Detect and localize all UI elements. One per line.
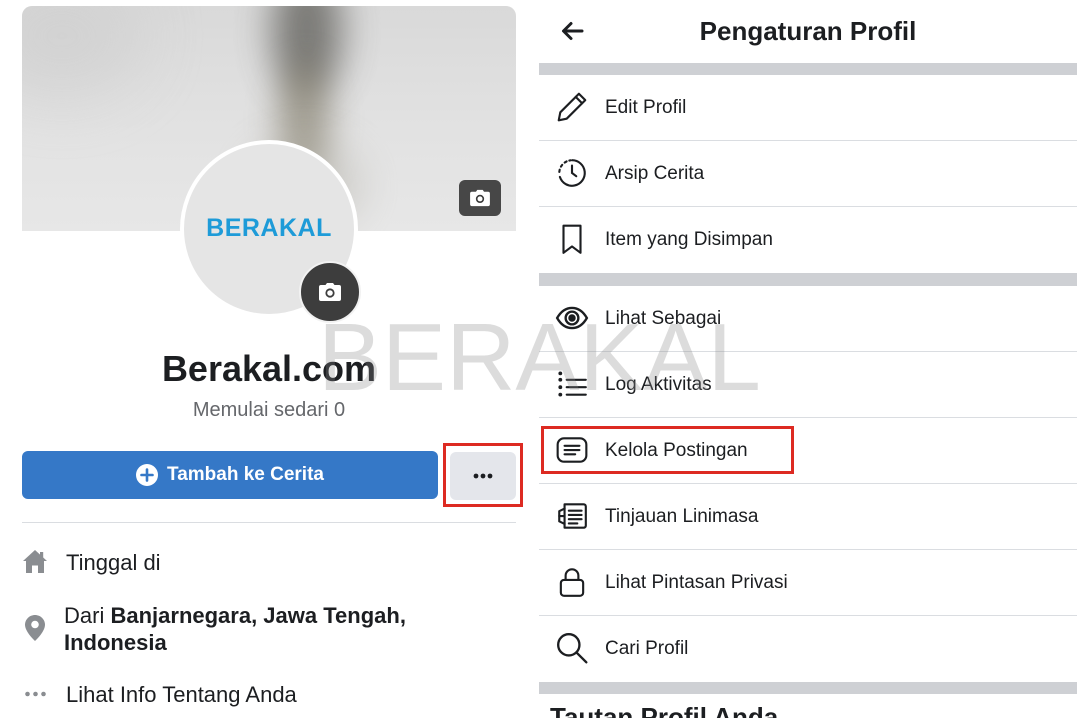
profile-panel: BERAKAL Berakal.com Memulai sedari 0 Tam… <box>0 0 539 718</box>
eye-icon <box>555 306 589 330</box>
menu-item-label: Tinjauan Linimasa <box>605 506 759 527</box>
menu-item-label: Cari Profil <box>605 638 689 659</box>
pencil-icon <box>557 92 587 122</box>
info-row-hometown[interactable]: Dari Banjarnegara, Jawa Tengah, Indonesi… <box>22 598 516 660</box>
menu-item-label: Lihat Sebagai <box>605 308 722 329</box>
profile-name: Berakal.com <box>161 348 377 389</box>
menu-item-privacy-shortcuts[interactable]: Lihat Pintasan Privasi <box>539 550 1077 616</box>
menu-item-manage-posts[interactable]: Kelola Postingan <box>539 418 1077 484</box>
back-arrow-icon <box>562 22 584 40</box>
home-icon <box>23 550 47 573</box>
timeline-review-icon <box>558 503 587 529</box>
avatar-logo-text: BERAKAL <box>206 213 332 242</box>
info-row-lives-in[interactable]: Tinggal di <box>22 540 516 586</box>
menu-item-label: Arsip Cerita <box>605 163 705 184</box>
hometown-text: Dari Banjarnegara, Jawa Tengah, Indonesi… <box>64 602 464 656</box>
add-to-story-button[interactable]: Tambah ke Cerita <box>22 451 438 499</box>
menu-item-label: Log Aktivitas <box>605 374 712 395</box>
menu-item-timeline-review[interactable]: Tinjauan Linimasa <box>539 484 1077 550</box>
plus-circle-icon <box>136 464 158 486</box>
back-button[interactable] <box>558 19 586 43</box>
menu-item-label: Kelola Postingan <box>605 440 748 461</box>
settings-group: Edit Profil Arsip Cerita Item yang Disim… <box>539 75 1077 273</box>
lock-icon <box>559 568 585 597</box>
menu-item-edit-profile[interactable]: Edit Profil <box>539 75 1077 141</box>
more-horizontal-icon <box>473 473 493 479</box>
search-icon <box>557 633 588 664</box>
menu-item-label: Lihat Pintasan Privasi <box>605 572 788 593</box>
menu-item-view-as[interactable]: Lihat Sebagai <box>539 286 1077 352</box>
menu-item-saved-items[interactable]: Item yang Disimpan <box>539 207 1077 273</box>
location-pin-icon <box>25 615 45 641</box>
lives-in-label: Tinggal di <box>66 550 161 575</box>
activity-log-icon <box>558 371 587 397</box>
menu-item-activity-log[interactable]: Log Aktivitas <box>539 352 1077 418</box>
menu-item-story-archive[interactable]: Arsip Cerita <box>539 141 1077 207</box>
about-info-label: Lihat Info Tentang Anda <box>66 682 297 707</box>
divider <box>22 522 516 523</box>
section-separator <box>539 682 1077 694</box>
section-separator <box>539 63 1077 75</box>
profile-picture-camera-button[interactable] <box>299 261 361 323</box>
hometown-place-link[interactable]: Banjarnegara, Jawa Tengah, Indonesia <box>64 603 406 655</box>
camera-icon <box>319 283 341 301</box>
add-to-story-label: Tambah ke Cerita <box>167 464 324 485</box>
story-archive-icon <box>558 159 586 187</box>
hometown-prefix: Dari <box>64 603 105 628</box>
cover-camera-button[interactable] <box>459 180 501 216</box>
menu-item-search-profile[interactable]: Cari Profil <box>539 616 1077 682</box>
menu-item-label: Edit Profil <box>605 97 687 118</box>
section-separator <box>539 273 1077 286</box>
profile-settings-panel: Pengaturan Profil Edit Profil Arsip Ceri… <box>539 0 1077 718</box>
more-options-button[interactable] <box>450 452 516 500</box>
manage-posts-icon <box>556 437 588 463</box>
profile-bio: Memulai sedari 0 <box>192 399 346 421</box>
more-dots-icon <box>25 691 46 697</box>
settings-group: Lihat Sebagai Log Aktivitas Kelola Posti… <box>539 286 1077 682</box>
camera-icon <box>470 189 490 207</box>
page-title: Pengaturan Profil <box>699 16 917 46</box>
bookmark-icon <box>562 224 582 254</box>
info-row-about[interactable]: Lihat Info Tentang Anda <box>22 672 516 718</box>
section-title: Tautan Profil Anda <box>550 702 779 718</box>
cover-photo-blur <box>22 6 142 96</box>
menu-item-label: Item yang Disimpan <box>605 229 773 250</box>
